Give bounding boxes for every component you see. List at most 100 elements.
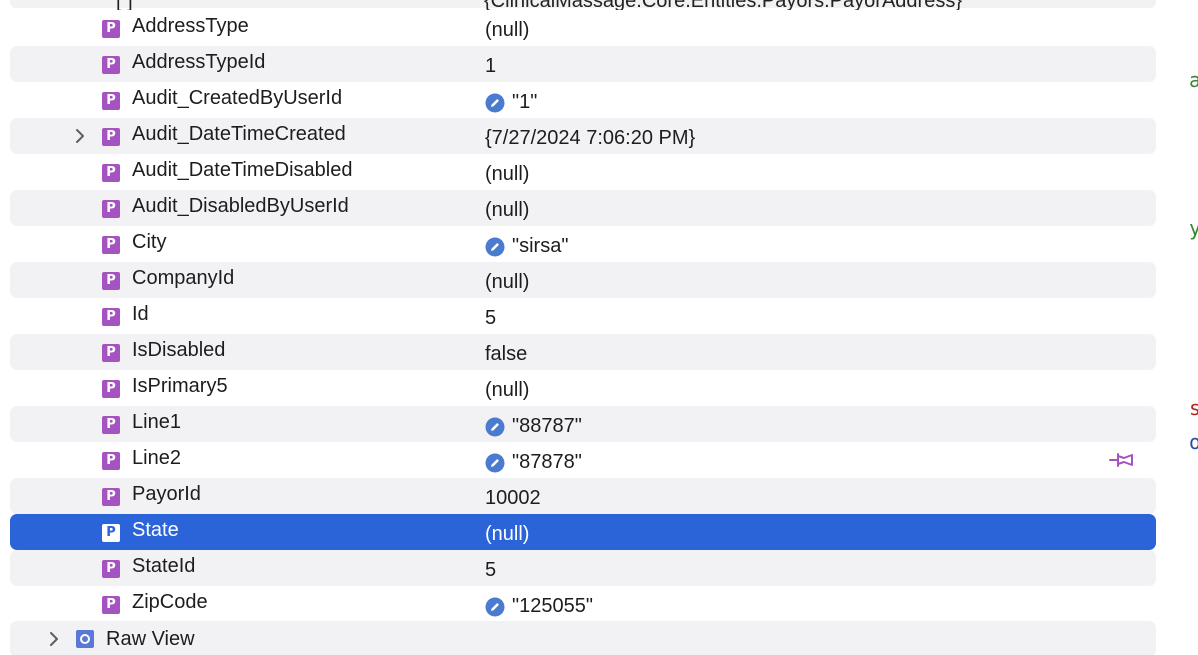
variable-name: Audit_DateTimeDisabled — [132, 159, 353, 181]
variable-value: {7/27/2024 7:06:20 PM} — [485, 127, 696, 149]
variable-value: false — [485, 343, 528, 365]
property-badge-icon: P — [102, 236, 120, 254]
variable-name: Id — [132, 303, 149, 325]
table-row-line1[interactable]: P Line1 "88787" — [10, 406, 1156, 442]
table-row-line2[interactable]: P Line2 "87878" — [10, 442, 1156, 478]
variable-value-cell: 5 — [485, 307, 496, 330]
variable-value: "1" — [512, 91, 538, 113]
variable-name: State — [132, 519, 179, 541]
variable-value-cell: {7/27/2024 7:06:20 PM} — [485, 127, 695, 150]
variables-list: P AddressType (null) P AddressTypeId 1 P Audit_… — [10, 10, 1156, 622]
pencil-edit-icon[interactable] — [485, 597, 505, 617]
property-badge-icon: P — [102, 128, 120, 146]
property-badge-icon: P — [102, 524, 120, 542]
variable-name: CompanyId — [132, 267, 235, 289]
variable-value: "87878" — [512, 451, 582, 473]
table-row-truncated[interactable]: [ ] {ClinicalMassage.Core.Entities.Payor… — [10, 0, 1156, 12]
table-row-id[interactable]: P Id 5 — [10, 298, 1156, 334]
property-badge-icon: P — [102, 416, 120, 434]
property-badge-icon: P — [102, 20, 120, 38]
variable-value-cell: 1 — [485, 55, 496, 78]
variable-value: (null) — [485, 523, 530, 545]
property-badge-icon: P — [102, 308, 120, 326]
raw-view-label: Raw View — [106, 628, 195, 650]
variable-value: 5 — [485, 559, 497, 581]
property-badge-icon: P — [102, 56, 120, 74]
table-row-stateid[interactable]: P StateId 5 — [10, 550, 1156, 586]
pencil-edit-icon[interactable] — [485, 417, 505, 437]
property-badge-icon: P — [102, 488, 120, 506]
variable-value: (null) — [485, 19, 530, 41]
table-row-zipcode[interactable]: P ZipCode "125055" — [10, 586, 1156, 622]
variable-name: Line1 — [132, 411, 181, 433]
variable-value-cell: (null) — [485, 199, 529, 222]
variable-name: Audit_DateTimeCreated — [132, 123, 346, 145]
variable-value-cell: (null) — [485, 163, 529, 186]
table-row-isprimary5[interactable]: P IsPrimary5 (null) — [10, 370, 1156, 406]
variable-name: AddressTypeId — [132, 51, 266, 73]
variable-name: Line2 — [132, 447, 181, 469]
debugger-variables-panel: [ ] {ClinicalMassage.Core.Entities.Payor… — [0, 0, 1198, 655]
table-row-isdisabled[interactable]: P IsDisabled false — [10, 334, 1156, 370]
variable-value-cell: (null) — [485, 379, 529, 402]
code-fragment: s — [1189, 396, 1198, 420]
property-badge-icon: P — [102, 200, 120, 218]
table-row-audit-datetimecreated[interactable]: P Audit_DateTimeCreated {7/27/2024 7:06:20… — [10, 118, 1156, 154]
variable-value-cell[interactable]: "87878" — [485, 451, 582, 474]
variable-value: "88787" — [512, 415, 582, 437]
variable-name: IsDisabled — [132, 339, 226, 361]
raw-view-row[interactable]: Raw View — [10, 621, 1156, 655]
raw-view-icon — [76, 630, 94, 648]
pencil-edit-icon[interactable] — [485, 453, 505, 473]
variable-value-cell: false — [485, 343, 527, 366]
variable-value: "sirsa" — [512, 235, 569, 257]
variable-value: "125055" — [512, 595, 593, 617]
property-badge-icon: P — [102, 452, 120, 470]
variable-name: Audit_CreatedByUserId — [132, 87, 343, 109]
property-badge-icon: P — [102, 92, 120, 110]
table-row-addresstypeid[interactable]: P AddressTypeId 1 — [10, 46, 1156, 82]
variable-value-cell[interactable]: "sirsa" — [485, 235, 568, 258]
table-row-payorid[interactable]: P PayorId 10002 — [10, 478, 1156, 514]
variable-value-cell[interactable]: "88787" — [485, 415, 582, 438]
code-fragment: y — [1189, 216, 1198, 240]
property-badge-icon: P — [102, 380, 120, 398]
variable-name: City — [132, 231, 167, 253]
variable-value-cell: (null) — [485, 271, 529, 294]
variable-value-cell[interactable]: "1" — [485, 91, 537, 114]
pencil-edit-icon[interactable] — [485, 237, 505, 257]
table-row-audit-datetimedisabled[interactable]: P Audit_DateTimeDisabled (null) — [10, 154, 1156, 190]
variable-value: (null) — [485, 271, 530, 293]
table-row-state[interactable]: P State (null) — [10, 514, 1156, 550]
variable-name: PayorId — [132, 483, 201, 505]
property-badge-icon: P — [102, 272, 120, 290]
variable-value: 1 — [485, 55, 497, 77]
variable-value-cell[interactable]: "125055" — [485, 595, 593, 618]
variable-name: IsPrimary5 — [132, 375, 228, 397]
table-row-audit-createdbyuserid[interactable]: P Audit_CreatedByUserId "1" — [10, 82, 1156, 118]
table-row-addresstype[interactable]: P AddressType (null) — [10, 10, 1156, 46]
variable-value-cell: 5 — [485, 559, 496, 582]
variable-value: (null) — [485, 163, 530, 185]
code-fragment: o — [1189, 430, 1198, 454]
property-badge-icon: P — [102, 344, 120, 362]
variable-name: AddressType — [132, 15, 249, 37]
variable-name: StateId — [132, 555, 196, 577]
variable-name: ZipCode — [132, 591, 208, 613]
editor-edge-fragment: a y s o — [1189, 0, 1198, 655]
table-row-audit-disabledbyuserid[interactable]: P Audit_DisabledByUserId (null) — [10, 190, 1156, 226]
variable-value-cell: (null) — [485, 523, 529, 546]
chevron-right-icon[interactable] — [72, 127, 88, 145]
property-badge-icon: P — [102, 164, 120, 182]
property-badge-icon: P — [102, 596, 120, 614]
variable-value-cell: 10002 — [485, 487, 541, 510]
chevron-right-icon[interactable] — [46, 630, 62, 648]
variable-value: (null) — [485, 379, 530, 401]
variable-name: Audit_DisabledByUserId — [132, 195, 349, 217]
code-fragment: a — [1189, 68, 1198, 92]
pencil-edit-icon[interactable] — [485, 93, 505, 113]
variable-value: (null) — [485, 199, 530, 221]
table-row-companyid[interactable]: P CompanyId (null) — [10, 262, 1156, 298]
pin-icon[interactable] — [1108, 451, 1138, 469]
table-row-city[interactable]: P City "sirsa" — [10, 226, 1156, 262]
